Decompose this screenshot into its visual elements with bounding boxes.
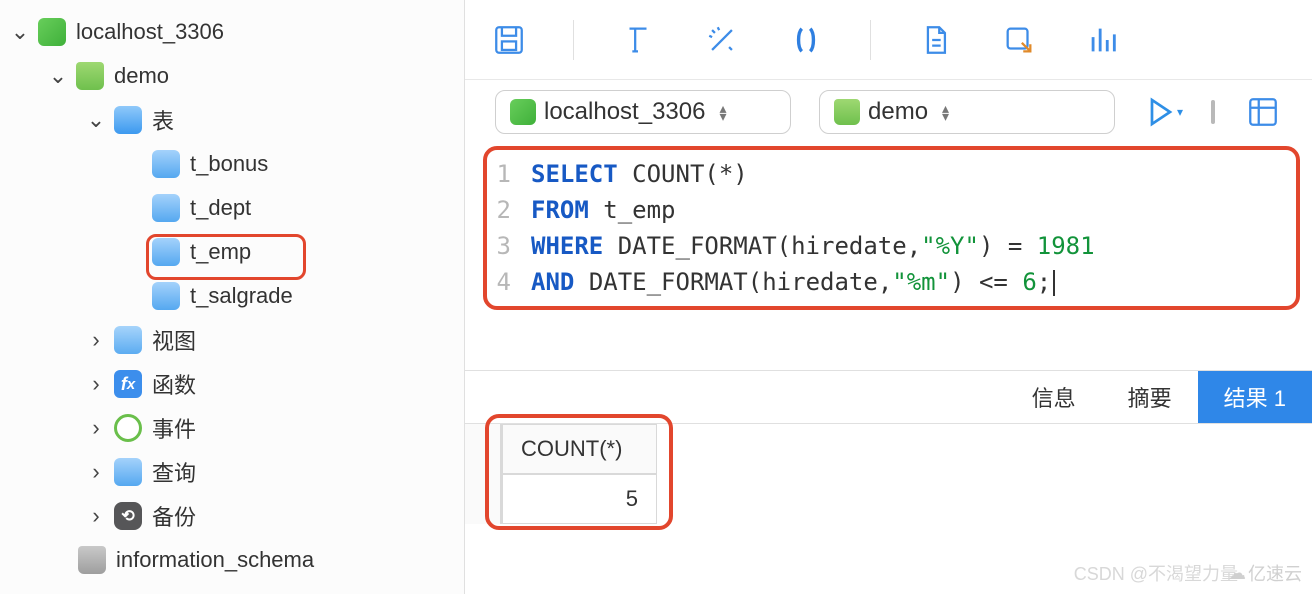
database-value: demo — [868, 98, 928, 126]
chevron-right-icon[interactable]: › — [86, 503, 106, 529]
tree-views[interactable]: › 视图 — [0, 318, 464, 362]
chevron-right-icon[interactable]: › — [86, 415, 106, 441]
parrot-icon — [510, 99, 536, 125]
connection-selector[interactable]: localhost_3306 ▴▾ — [495, 90, 791, 134]
table-icon — [152, 282, 180, 310]
sysdb-label: information_schema — [116, 547, 314, 573]
watermark-csdn: CSDN @不渴望力量 — [1074, 560, 1238, 586]
chevron-right-icon[interactable]: › — [86, 459, 106, 485]
database-icon — [78, 546, 106, 574]
connection-label: localhost_3306 — [76, 19, 224, 45]
tree-table-item[interactable]: t_bonus — [0, 142, 464, 186]
explain-icon[interactable] — [1243, 92, 1283, 132]
backup-label: 备份 — [152, 500, 196, 532]
tree-table-item[interactable]: t_dept — [0, 186, 464, 230]
chevron-down-icon[interactable]: ⌄ — [48, 63, 68, 89]
code-line: 4 AND DATE_FORMAT(hiredate,"%m") <= 6; — [487, 264, 1286, 300]
backup-icon: ⟲ — [114, 502, 142, 530]
database-selector[interactable]: demo ▴▾ — [819, 90, 1115, 134]
table-icon — [152, 194, 180, 222]
views-label: 视图 — [152, 324, 196, 356]
updown-icon: ▴▾ — [719, 104, 726, 120]
query-icon — [114, 458, 142, 486]
parens-icon[interactable] — [786, 20, 826, 60]
tree-functions[interactable]: › fx 函数 — [0, 362, 464, 406]
tree-backup[interactable]: › ⟲ 备份 — [0, 494, 464, 538]
export-icon[interactable] — [999, 20, 1039, 60]
chevron-down-icon[interactable]: ⌄ — [86, 107, 106, 133]
updown-icon: ▴▾ — [942, 104, 949, 120]
tree-events[interactable]: › 事件 — [0, 406, 464, 450]
tree-sysdb[interactable]: information_schema — [0, 538, 464, 582]
tree-table-item[interactable]: t_emp — [0, 230, 464, 274]
selector-bar: localhost_3306 ▴▾ demo ▴▾ ▾ — [465, 80, 1312, 144]
sql-editor[interactable]: 1 SELECT COUNT(*) 2 FROM t_emp 3 WHERE D… — [465, 144, 1312, 334]
events-label: 事件 — [152, 412, 196, 444]
result-cell[interactable]: 5 — [501, 474, 657, 524]
table-label: t_salgrade — [190, 283, 293, 309]
table-icon — [152, 238, 180, 266]
database-icon — [76, 62, 104, 90]
tree-table-item[interactable]: t_salgrade — [0, 274, 464, 318]
database-label: demo — [114, 63, 169, 89]
line-number: 2 — [487, 196, 531, 224]
stop-icon — [1211, 100, 1215, 124]
code-line: 2 FROM t_emp — [487, 192, 1286, 228]
watermark-ysy: ☁亿速云 — [1228, 560, 1302, 586]
chevron-right-icon[interactable]: › — [86, 371, 106, 397]
grid-gutter — [465, 424, 501, 524]
table-label: t_emp — [190, 239, 251, 265]
line-number: 1 — [487, 160, 531, 188]
chart-icon[interactable] — [1083, 20, 1123, 60]
parrot-icon — [38, 18, 66, 46]
fx-icon: fx — [114, 370, 142, 398]
table-icon — [152, 150, 180, 178]
tables-label: 表 — [152, 104, 174, 136]
queries-label: 查询 — [152, 456, 196, 488]
code-line: 3 WHERE DATE_FORMAT(hiredate,"%Y") = 198… — [487, 228, 1286, 264]
chevron-down-icon[interactable]: ⌄ — [10, 19, 30, 45]
code-line: 1 SELECT COUNT(*) — [487, 156, 1286, 192]
tab-info[interactable]: 信息 — [1006, 371, 1102, 423]
chevron-right-icon[interactable]: › — [86, 327, 106, 353]
connection-value: localhost_3306 — [544, 98, 705, 126]
tree-database[interactable]: ⌄ demo — [0, 54, 464, 98]
tree-queries[interactable]: › 查询 — [0, 450, 464, 494]
column-header[interactable]: COUNT(*) — [501, 424, 657, 474]
table-label: t_bonus — [190, 151, 268, 177]
line-number: 3 — [487, 232, 531, 260]
line-number: 4 — [487, 268, 531, 296]
tab-result[interactable]: 结果 1 — [1198, 371, 1312, 423]
folder-icon — [114, 106, 142, 134]
functions-label: 函数 — [152, 368, 196, 400]
magic-icon[interactable] — [702, 20, 742, 60]
view-icon — [114, 326, 142, 354]
run-button[interactable]: ▾ — [1143, 92, 1183, 132]
toolbar — [465, 0, 1312, 80]
result-tabs: 信息 摘要 结果 1 — [465, 370, 1312, 424]
database-icon — [834, 99, 860, 125]
caret — [1053, 270, 1055, 296]
separator — [573, 20, 574, 60]
tree-tables-folder[interactable]: ⌄ 表 — [0, 98, 464, 142]
separator — [870, 20, 871, 60]
save-icon[interactable] — [489, 20, 529, 60]
tree-connection[interactable]: ⌄ localhost_3306 — [0, 10, 464, 54]
sidebar: ⌄ localhost_3306 ⌄ demo ⌄ 表 t_bonus — [0, 0, 465, 594]
table-label: t_dept — [190, 195, 251, 221]
tab-summary[interactable]: 摘要 — [1102, 371, 1198, 423]
format-icon[interactable] — [618, 20, 658, 60]
stop-button[interactable] — [1211, 102, 1215, 123]
doc-icon[interactable] — [915, 20, 955, 60]
main-panel: localhost_3306 ▴▾ demo ▴▾ ▾ 1 SELECT COU… — [465, 0, 1312, 594]
clock-icon — [114, 414, 142, 442]
